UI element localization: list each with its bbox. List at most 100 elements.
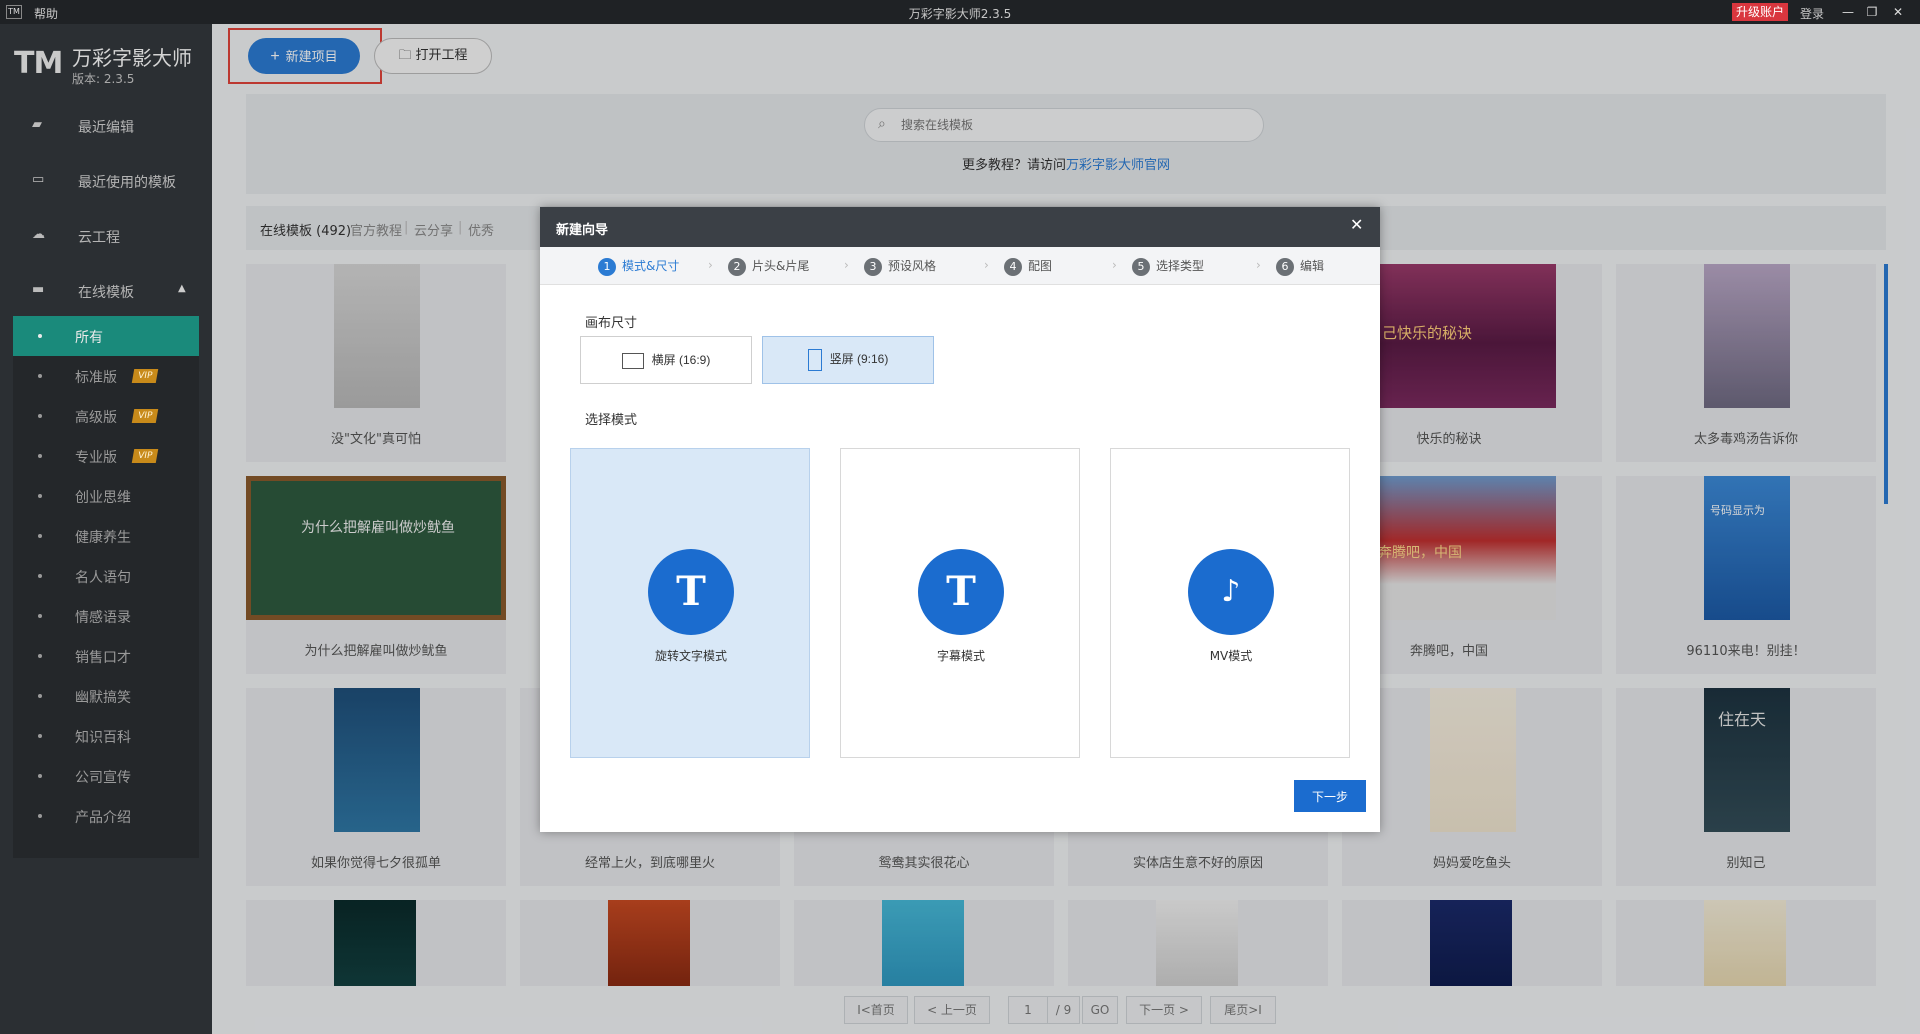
vip-badge: VIP [131,369,159,383]
category-list: 所有 标准版 VIP 高级版 VIP 专业版 VIP 创业思维 健康养生 名人语句 情感语录 销售口才… [13,316,199,858]
category-item[interactable]: 健康养生 [13,516,199,556]
category-item[interactable]: 标准版 VIP [13,356,199,396]
music-icon: ♪ [1188,549,1274,635]
step-label: 选择类型 [1156,259,1205,273]
category-item[interactable]: 专业版 VIP [13,436,199,476]
step-label: 配图 [1028,259,1053,273]
bullet-icon [38,414,42,418]
bullet-icon [38,814,42,818]
step-number: 4 [1004,258,1022,276]
mode-label: 旋转文字模式 [654,649,727,663]
category-item[interactable]: 产品介绍 [13,796,199,836]
template-icon: ▭ [32,172,45,187]
category-label: 知识百科 [75,730,131,746]
bullet-icon [38,374,42,378]
bullet-icon [38,774,42,778]
step-number: 3 [864,258,882,276]
wizard-step[interactable]: 3 预设风格 [864,257,936,276]
category-label: 专业版 [75,450,117,466]
nav-recent-templates-label: 最近使用的模板 [78,175,176,191]
new-wizard-dialog: 新建向导 ✕ 1 模式&尺寸 › 2 片头&片尾 › 3 预设风格 › 4 配图 › 5 选择类型 › 6 编辑… [540,207,1380,832]
close-icon[interactable]: ✕ [1350,215,1363,235]
mode-label: MV模式 [1209,649,1253,663]
step-number: 5 [1132,258,1150,276]
landscape-button[interactable]: 横屏 (16:9) [580,336,752,384]
dialog-title: 新建向导 [556,223,609,238]
chevron-right-icon: › [1112,258,1117,272]
vip-badge: VIP [131,409,159,423]
chevron-right-icon: › [984,258,989,272]
step-label: 预设风格 [888,259,937,273]
category-label: 所有 [75,330,103,346]
portrait-icon [807,349,822,371]
wizard-step[interactable]: 1 模式&尺寸 [598,257,679,276]
nav-cloud-project[interactable]: ☁ 云工程 [0,216,212,256]
portrait-button[interactable]: 竖屏 (9:16) [762,336,934,384]
portrait-label: 竖屏 (9:16) [829,352,889,367]
text-mode-icon: T [648,549,734,635]
step-number: 2 [728,258,746,276]
window-title: 万彩字影大师2.3.5 [908,7,1012,21]
bullet-icon [38,574,42,578]
wizard-step[interactable]: 4 配图 [1004,257,1052,276]
category-item[interactable]: 销售口才 [13,636,199,676]
dialog-header: 新建向导 ✕ [540,207,1380,247]
nav-recent-edit[interactable]: ▰ 最近编辑 [0,106,212,146]
chevron-right-icon: › [708,258,713,272]
category-item[interactable]: 知识百科 [13,716,199,756]
next-step-button[interactable]: 下一步 [1294,780,1366,812]
category-item[interactable]: 幽默搞笑 [13,676,199,716]
nav-recent-templates[interactable]: ▭ 最近使用的模板 [0,161,212,201]
category-item[interactable]: 公司宣传 [13,756,199,796]
bullet-icon [38,334,42,338]
subtitle-mode-icon: T [918,549,1004,635]
nav-online-templates[interactable]: ▬ 在线模板 ▲ [0,271,212,311]
wizard-step[interactable]: 6 编辑 [1276,257,1324,276]
close-window-icon[interactable]: ✕ [1888,3,1908,21]
sidebar: TM 万彩字影大师 版本: 2.3.5 ▰ 最近编辑 ▭ 最近使用的模板 ☁ 云… [0,24,212,1034]
mv-mode-card[interactable]: ♪ MV模式 [1110,448,1350,758]
brand-version: 版本: 2.3.5 [72,72,135,86]
mode-select-label: 选择模式 [585,413,638,428]
category-item[interactable]: 高级版 VIP [13,396,199,436]
subtitle-mode-card[interactable]: T 字幕模式 [840,448,1080,758]
upgrade-account-button[interactable]: 升级账户 [1732,3,1789,21]
landscape-label: 横屏 (16:9) [651,353,711,368]
step-number: 1 [598,258,616,276]
step-label: 模式&尺寸 [622,259,680,273]
canvas-size-label: 画布尺寸 [585,316,638,331]
category-label: 标准版 [75,370,117,386]
chevron-right-icon: › [1256,258,1261,272]
category-label: 高级版 [75,410,117,426]
category-label: 情感语录 [75,610,131,626]
bullet-icon [38,494,42,498]
step-label: 编辑 [1300,259,1325,273]
category-item[interactable]: 创业思维 [13,476,199,516]
category-label: 销售口才 [75,650,131,666]
login-link[interactable]: 登录 [1800,5,1824,22]
category-item[interactable]: 情感语录 [13,596,199,636]
wizard-step[interactable]: 2 片头&片尾 [728,257,809,276]
title-bar: TM 帮助 万彩字影大师2.3.5 升级账户 登录 — ❐ ✕ [0,0,1920,24]
category-label: 产品介绍 [75,810,131,826]
category-label: 名人语句 [75,570,131,586]
caret-up-icon: ▲ [178,283,186,294]
step-number: 6 [1276,258,1294,276]
rotating-text-mode-card[interactable]: T 旋转文字模式 [570,448,810,758]
document-icon: ▰ [32,117,42,132]
wizard-steps: 1 模式&尺寸 › 2 片头&片尾 › 3 预设风格 › 4 配图 › 5 选择类型 › 6 编辑 [540,247,1380,285]
nav-online-label: 在线模板 [78,285,134,301]
nav-cloud-label: 云工程 [78,230,120,246]
category-item[interactable]: 所有 [13,316,199,356]
restore-icon[interactable]: ❐ [1862,3,1882,21]
category-label: 幽默搞笑 [75,690,131,706]
minimize-icon[interactable]: — [1838,3,1858,21]
category-item[interactable]: 名人语句 [13,556,199,596]
nav-recent-edit-label: 最近编辑 [78,120,134,136]
bullet-icon [38,614,42,618]
bullet-icon [38,734,42,738]
landscape-icon [621,352,644,369]
category-label: 创业思维 [75,490,131,506]
wizard-step[interactable]: 5 选择类型 [1132,257,1204,276]
cloud-icon: ☁ [32,227,45,242]
